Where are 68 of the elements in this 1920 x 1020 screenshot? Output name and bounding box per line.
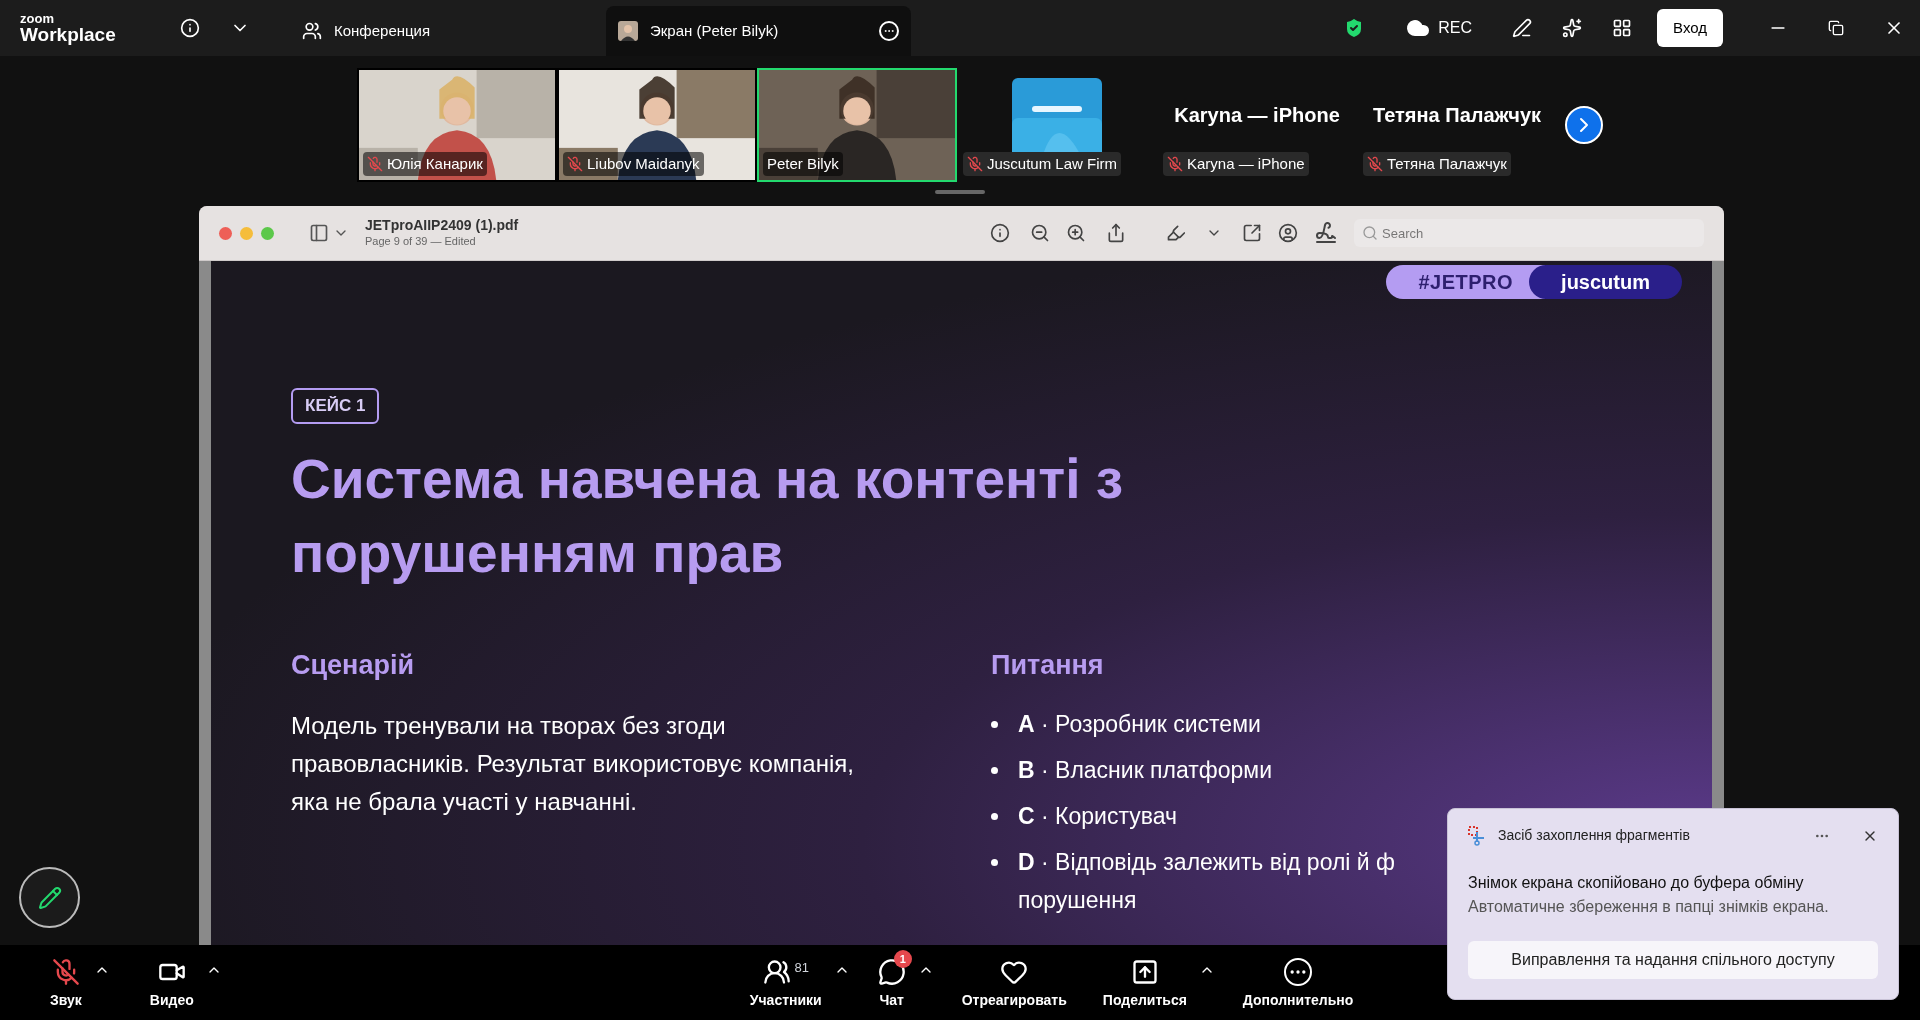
participant-name: Karyna — iPhone [1187,153,1305,174]
participants-button[interactable]: 81 Участники [741,954,830,1011]
participant-tile[interactable]: Karyna — iPhone Karyna — iPhone [1157,68,1357,182]
participant-name: Peter Bilyk [767,153,839,174]
question-option: D · Відповідь залежить від ролі й ф [1018,843,1396,881]
app-name: Засіб захоплення фрагментів [1498,826,1690,845]
slide-tag: juscutum [1529,265,1682,299]
section-heading: Сценарій [291,648,416,682]
participant-name: Juscutum Law Firm [987,153,1118,174]
scenario-text: Модель тренували на творах без згоди правовласників. Результат використовує компанія, яка не брала участі у навчанні. [291,711,855,817]
share-icon[interactable] [1106,223,1126,243]
people-icon [302,21,322,41]
more-button[interactable]: Дополнительно [1234,954,1362,1011]
participant-name: Юлія Канарик [387,153,483,174]
window-tab[interactable]: Экран (Peter Bilyk) [606,6,911,56]
share-button[interactable]: Поделиться [1094,954,1195,1011]
document-title: JETproAIIP2409 (1).pdf [365,217,519,235]
signature-icon[interactable] [1314,221,1338,245]
participant-count: 81 [794,959,809,977]
drag-handle[interactable] [935,190,985,194]
question-option: порушення [1018,881,1396,919]
more-icon[interactable] [879,21,899,41]
participant-name: Тетяна Палажчук [1387,153,1507,174]
case-badge: КЕЙС 1 [291,388,380,424]
share-icon [1130,958,1159,986]
highlighter-icon[interactable] [1166,223,1186,243]
record-button[interactable]: REC [1406,16,1473,40]
window-tab[interactable]: Конференция [290,6,590,56]
annotate-button[interactable] [19,867,80,928]
participant-name: Liubov Maidanyk [587,153,700,174]
login-button[interactable]: Вход [1657,8,1723,48]
unread-badge: 1 [893,950,912,968]
video-button[interactable]: Видео [141,954,202,1011]
grid-icon[interactable] [1612,18,1633,38]
notification-title: Знімок екрана скопійовано до буфера обміну [1468,873,1805,893]
pen-icon[interactable] [1512,18,1533,38]
scissors-icon [1468,825,1486,846]
participant-tile[interactable]: Liubov Maidanyk [557,68,757,182]
sidebar-icon[interactable] [309,223,329,243]
mic-button[interactable]: Звук [42,954,90,1011]
document-subtitle: Page 9 of 39 — Edited [365,234,477,249]
pencil-icon [37,885,62,910]
search-field[interactable]: Search [1354,219,1704,247]
notification-body: Автоматичне збереження в папці знімків екрана. [1468,897,1830,917]
zoom-in-icon[interactable] [1066,223,1086,243]
edit-share-button[interactable]: Виправлення та надання спільного доступу [1468,941,1878,979]
question-option: B · Власник платформи [1018,751,1272,789]
participants-icon [762,958,791,986]
question-option: C · Користувач [1018,797,1177,835]
zoom-logo: zoom Workplace [20,12,117,44]
react-button[interactable]: Отреагировать [953,954,1075,1011]
restore-icon[interactable] [1828,20,1844,36]
question-option: A · Розробник системи [1018,705,1261,743]
participant-title: Karyna — iPhone [1174,103,1340,128]
next-page-button[interactable] [1565,106,1603,144]
zoom-out-icon[interactable] [1030,223,1050,243]
participant-tile[interactable]: Peter Bilyk [757,68,957,182]
participant-tile[interactable]: Тетяна Палажчук Тетяна Палажчук [1357,68,1557,182]
participant-tile[interactable]: Юлія Канарик [357,68,557,182]
info-icon[interactable] [990,223,1010,243]
react-icon [1000,958,1029,986]
section-heading: Питання [991,648,1105,682]
slide-title: Система навчена на контенті з порушенням прав [291,446,1125,586]
search-icon [1362,225,1378,241]
more-icon [1284,958,1313,986]
sparkles-icon[interactable] [1562,18,1583,38]
participant-tile[interactable]: Juscutum Law Firm [957,68,1157,182]
participant-title: Тетяна Палажчук [1372,103,1542,128]
